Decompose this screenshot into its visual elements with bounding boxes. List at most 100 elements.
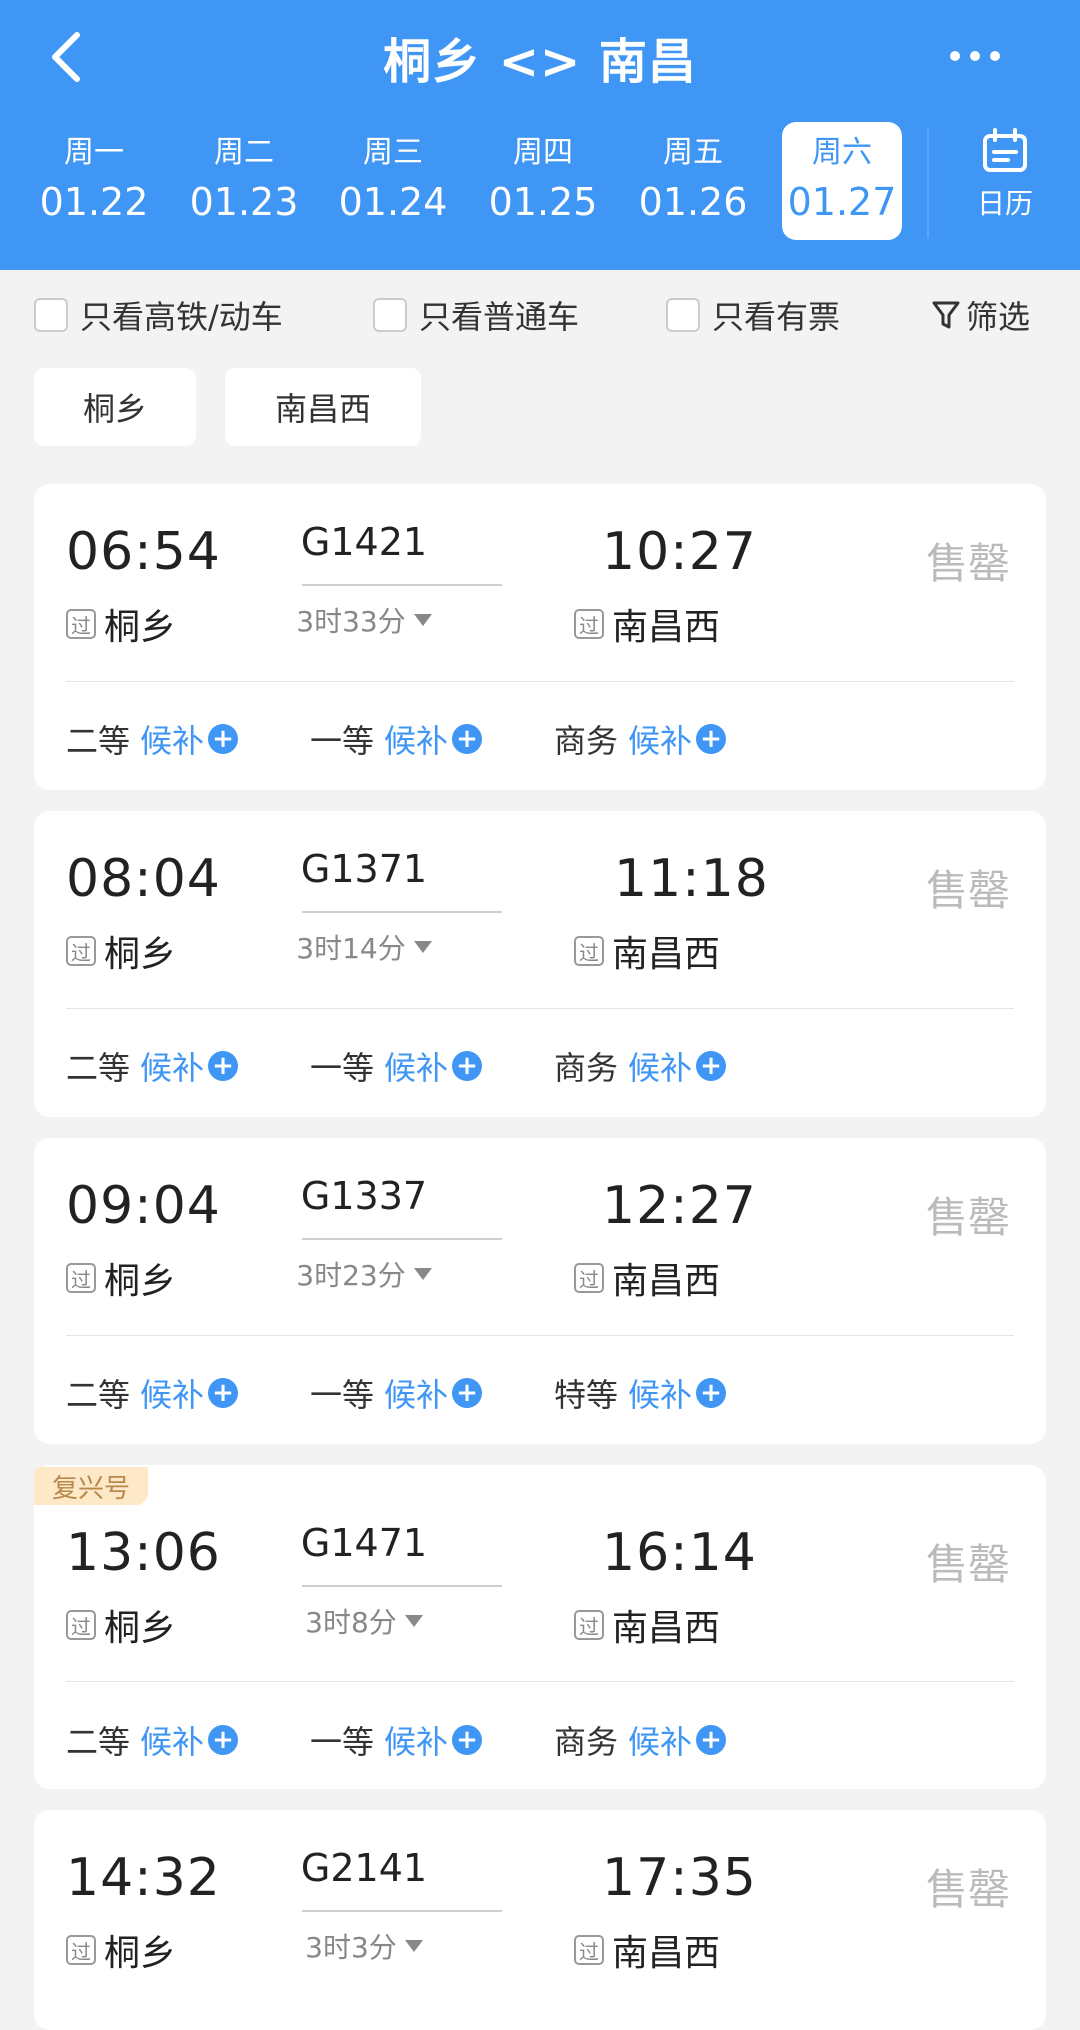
plus-circle-icon[interactable]: + xyxy=(696,1378,727,1408)
seat-class[interactable]: 一等 候补 + xyxy=(310,1717,483,1763)
train-card[interactable]: 08:04 G1371 3时14分 11:18 过桐乡 过南昌西 售罄 二等 候补… xyxy=(34,811,1046,1117)
plus-circle-icon[interactable]: + xyxy=(208,724,239,754)
date-tab-tue[interactable]: 周二 01.23 xyxy=(184,122,304,240)
station-name: 桐乡 xyxy=(104,1933,177,1974)
seat-class-name: 一等 xyxy=(310,1723,375,1761)
duration-text: 3时23分 xyxy=(296,1259,406,1292)
plus-circle-icon[interactable]: + xyxy=(696,1725,727,1755)
dot-icon xyxy=(990,51,1000,61)
duration[interactable]: 3时8分 xyxy=(264,1601,464,1641)
waitlist-label: 候补 xyxy=(140,1723,205,1761)
from-station: 过桐乡 xyxy=(66,925,176,977)
divider xyxy=(66,1681,1014,1682)
train-card[interactable]: 06:54 G1421 3时33分 10:27 过桐乡 过南昌西 售罄 二等 候补… xyxy=(34,484,1046,790)
station-name: 桐乡 xyxy=(104,1608,177,1649)
waitlist-label: 候补 xyxy=(384,1723,449,1761)
waitlist-label: 候补 xyxy=(628,1723,693,1761)
seat-class[interactable]: 商务 候补 + xyxy=(554,1043,727,1089)
duration[interactable]: 3时23分 xyxy=(264,1254,464,1294)
plus-circle-icon[interactable]: + xyxy=(208,1051,239,1081)
train-number: G2141 xyxy=(300,1846,428,1890)
more-button[interactable] xyxy=(940,36,1010,76)
to-station: 过南昌西 xyxy=(574,598,720,650)
filter-high-speed[interactable]: 只看高铁/动车 xyxy=(34,290,283,340)
seat-class[interactable]: 二等 候补 + xyxy=(66,1043,239,1089)
station-chip-from[interactable]: 桐乡 xyxy=(34,368,196,446)
plus-circle-icon[interactable]: + xyxy=(208,1725,239,1755)
train-number: G1421 xyxy=(300,520,428,564)
seat-class[interactable]: 一等 候补 + xyxy=(310,1043,483,1089)
divider xyxy=(927,128,929,238)
plus-circle-icon[interactable]: + xyxy=(452,1378,483,1408)
departure-time: 13:06 xyxy=(66,1523,221,1583)
seat-class[interactable]: 商务 候补 + xyxy=(554,716,727,762)
plus-circle-icon[interactable]: + xyxy=(452,724,483,754)
seat-class[interactable]: 二等 候补 + xyxy=(66,1370,239,1416)
seat-class[interactable]: 二等 候补 + xyxy=(66,716,239,762)
seat-class-name: 二等 xyxy=(66,1376,131,1414)
seat-class[interactable]: 特等 候补 + xyxy=(554,1370,727,1416)
duration-text: 3时8分 xyxy=(305,1606,397,1639)
filter-label: 只看有票 xyxy=(712,298,841,336)
plus-circle-icon[interactable]: + xyxy=(696,1051,727,1081)
plus-circle-icon[interactable]: + xyxy=(452,1725,483,1755)
calendar-icon xyxy=(983,128,1027,172)
train-card[interactable]: 14:32 G2141 3时3分 17:35 过桐乡 过南昌西 售罄 xyxy=(34,1810,1046,2030)
duration[interactable]: 3时33分 xyxy=(264,600,464,640)
pass-badge: 过 xyxy=(66,609,96,639)
date-tab-fri[interactable]: 周五 01.26 xyxy=(633,122,753,240)
duration[interactable]: 3时3分 xyxy=(264,1926,464,1966)
seat-class[interactable]: 二等 候补 + xyxy=(66,1717,239,1763)
station-name: 南昌西 xyxy=(612,934,721,975)
waitlist-label: 候补 xyxy=(140,722,205,760)
plus-circle-icon[interactable]: + xyxy=(696,724,727,754)
calendar-button[interactable]: 日历 xyxy=(950,128,1060,238)
from-station: 过桐乡 xyxy=(66,598,176,650)
arrival-time: 16:14 xyxy=(602,1523,757,1583)
station-name: 桐乡 xyxy=(104,607,177,648)
from-station: 过桐乡 xyxy=(66,1599,176,1651)
divider xyxy=(66,1335,1014,1336)
date-value: 01.22 xyxy=(39,180,149,224)
station-chip-label: 桐乡 xyxy=(82,390,147,428)
station-chip-to[interactable]: 南昌西 xyxy=(225,368,421,446)
date-value: 01.26 xyxy=(638,180,748,224)
checkbox-icon[interactable] xyxy=(34,298,68,332)
seat-class[interactable]: 一等 候补 + xyxy=(310,1370,483,1416)
funnel-icon xyxy=(932,301,960,329)
plus-circle-icon[interactable]: + xyxy=(208,1378,239,1408)
route-line xyxy=(302,1585,502,1587)
calendar-label: 日历 xyxy=(976,187,1033,220)
waitlist-label: 候补 xyxy=(140,1049,205,1087)
waitlist-label: 候补 xyxy=(384,722,449,760)
to-station: 过南昌西 xyxy=(574,1252,720,1304)
checkbox-icon[interactable] xyxy=(373,298,407,332)
date-tab-sat[interactable]: 周六 01.27 xyxy=(782,122,902,240)
train-card[interactable]: 13:06 G1471 3时8分 16:14 过桐乡 过南昌西 售罄 二等 候补 +… xyxy=(34,1465,1046,1789)
plus-circle-icon[interactable]: + xyxy=(452,1051,483,1081)
seat-class[interactable]: 一等 候补 + xyxy=(310,716,483,762)
date-tab-mon[interactable]: 周一 01.22 xyxy=(34,122,154,240)
filter-available[interactable]: 只看有票 xyxy=(666,290,840,340)
departure-time: 06:54 xyxy=(66,522,221,582)
duration[interactable]: 3时14分 xyxy=(264,927,464,967)
checkbox-icon[interactable] xyxy=(666,298,700,332)
date-value: 01.24 xyxy=(338,180,448,224)
date-tab-wed[interactable]: 周三 01.24 xyxy=(333,122,453,240)
arrival-time: 11:18 xyxy=(614,849,769,909)
seat-class-name: 一等 xyxy=(310,1376,375,1414)
pass-badge: 过 xyxy=(66,1935,96,1965)
route-title: 桐乡 <> 南昌 xyxy=(383,34,697,90)
train-number: G1471 xyxy=(300,1521,428,1565)
train-card[interactable]: 09:04 G1337 3时23分 12:27 过桐乡 过南昌西 售罄 二等 候补… xyxy=(34,1138,1046,1444)
pass-badge: 过 xyxy=(574,1610,604,1640)
waitlist-label: 候补 xyxy=(628,722,693,760)
seat-class-name: 一等 xyxy=(310,1049,375,1087)
filter-button[interactable]: 筛选 xyxy=(932,290,1030,340)
dot-icon xyxy=(970,51,980,61)
date-tab-thu[interactable]: 周四 01.25 xyxy=(483,122,603,240)
train-number: G1337 xyxy=(300,1174,428,1218)
waitlist-label: 候补 xyxy=(384,1049,449,1087)
seat-class[interactable]: 商务 候补 + xyxy=(554,1717,727,1763)
filter-ordinary[interactable]: 只看普通车 xyxy=(373,290,579,340)
